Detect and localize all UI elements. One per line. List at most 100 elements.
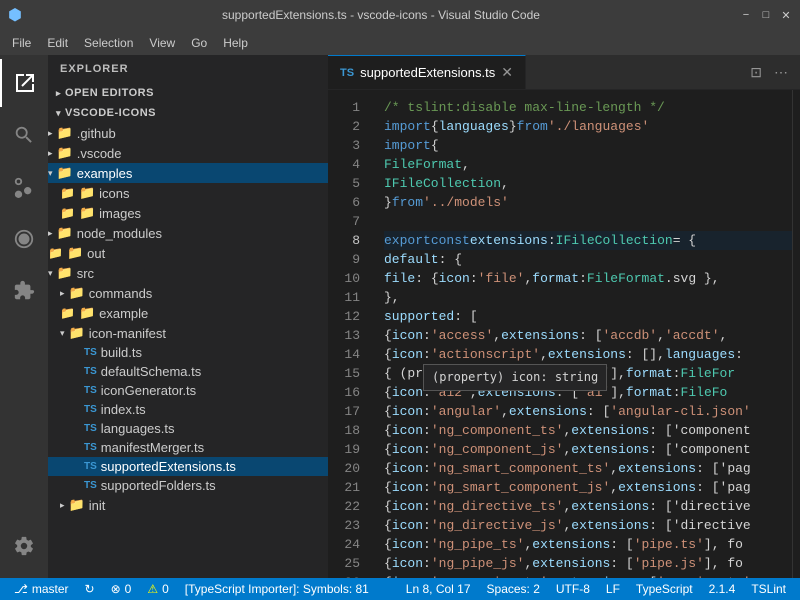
line-number: 5 (328, 174, 360, 193)
code-line: { icon: 'ng_smart_component_js', extensi… (384, 478, 792, 497)
tree-item-examples[interactable]: ▾📁examples (48, 163, 328, 183)
file-icon: TS (84, 385, 97, 396)
tab-supported-extensions[interactable]: TS supportedExtensions.ts ✕ (328, 55, 526, 89)
code-line: { icon: 'ng_directive_ts', extensions: [… (384, 497, 792, 516)
language-mode[interactable]: TypeScript (630, 578, 699, 600)
minimize-button[interactable]: − (740, 9, 752, 21)
item-label: .vscode (77, 146, 122, 161)
token-string: 'ng_pipe_js' (431, 554, 525, 573)
menu-file[interactable]: File (4, 34, 39, 52)
vscode-icons-section[interactable]: ▾ VSCODE-ICONS (48, 103, 328, 123)
git-branch[interactable]: ⎇ master (8, 578, 75, 600)
open-editors-section[interactable]: ▸ OPEN EDITORS (48, 83, 328, 103)
tree-item-src[interactable]: ▾📁src (48, 263, 328, 283)
sync-button[interactable]: ↻ (79, 578, 101, 600)
eol[interactable]: LF (600, 578, 626, 600)
tab-ts-icon: TS (340, 67, 354, 79)
tab-close-button[interactable]: ✕ (501, 64, 513, 81)
tree-item--github[interactable]: ▸📁.github (48, 123, 328, 143)
menu-go[interactable]: Go (183, 34, 215, 52)
tab-bar: TS supportedExtensions.ts ✕ ⊡ ⋯ (328, 55, 800, 90)
token-string: 'actionscript' (431, 345, 540, 364)
folder-icon: 📁 (48, 246, 63, 260)
extensions-icon[interactable] (0, 267, 48, 315)
token-var: languages (665, 345, 735, 364)
menu-view[interactable]: View (141, 34, 183, 52)
chevron-icon: ▸ (48, 228, 53, 239)
cursor-position[interactable]: Ln 8, Col 17 (400, 578, 477, 600)
tree-item-defaultSchema-ts[interactable]: TSdefaultSchema.ts (48, 362, 328, 381)
code-line: { icon: 'ai2', extensions: ['ai'], forma… (384, 383, 792, 402)
tree-item--vscode[interactable]: ▸📁.vscode (48, 143, 328, 163)
maximize-button[interactable]: □ (760, 9, 772, 21)
tree-item-example[interactable]: 📁📁example (48, 303, 328, 323)
tree-item-images[interactable]: 📁📁images (48, 203, 328, 223)
close-button[interactable]: ✕ (780, 9, 792, 21)
token-var: extensions (571, 440, 649, 459)
search-icon[interactable] (0, 111, 48, 159)
encoding[interactable]: UTF-8 (550, 578, 596, 600)
file-icon: TS (84, 423, 97, 434)
settings-icon[interactable] (0, 522, 48, 570)
tree-item-out[interactable]: 📁📁out (48, 243, 328, 263)
sidebar: Explorer ▸ OPEN EDITORS ▾ VSCODE-ICONS ▸… (48, 55, 328, 578)
editor-area: TS supportedExtensions.ts ✕ ⊡ ⋯ 12345678… (328, 55, 800, 578)
app-icon: ⬢ (8, 5, 22, 25)
menu-help[interactable]: Help (215, 34, 256, 52)
line-number: 13 (328, 326, 360, 345)
split-editor-button[interactable]: ⊡ (746, 62, 766, 83)
token-var: icon (392, 573, 423, 578)
ts-version[interactable]: 2.1.4 (703, 578, 742, 600)
line-number: 14 (328, 345, 360, 364)
tree-item-supportedExtensions-ts[interactable]: TSsupportedExtensions.ts (48, 457, 328, 476)
token-plain: : ['pag (696, 478, 751, 497)
tree-item-manifestMerger-ts[interactable]: TSmanifestMerger.ts (48, 438, 328, 457)
token-string: 'ng_directive_ts' (431, 497, 564, 516)
line-numbers: 1234567891011121314151617181920212223242… (328, 90, 368, 578)
linter[interactable]: TSLint (745, 578, 792, 600)
token-plain: : ['component (649, 421, 750, 440)
token-var: format (626, 364, 673, 383)
tree-item-icons[interactable]: 📁📁icons (48, 183, 328, 203)
tree-item-init[interactable]: ▸📁init (48, 495, 328, 515)
token-type: FileFor (680, 364, 735, 383)
tree-item-supportedFolders-ts[interactable]: TSsupportedFolders.ts (48, 476, 328, 495)
source-control-icon[interactable] (0, 163, 48, 211)
tree-item-commands[interactable]: ▸📁commands (48, 283, 328, 303)
token-plain: { (384, 345, 392, 364)
token-string: 'ng_pipe_ts' (431, 535, 525, 554)
token-string: 'file' (478, 269, 525, 288)
code-line: export const extensions: IFileCollection… (384, 231, 792, 250)
tree-item-node_modules[interactable]: ▸📁node_modules (48, 223, 328, 243)
error-count[interactable]: ⊗ 0 (105, 578, 138, 600)
typescript-importer[interactable]: [TypeScript Importer]: Symbols: 81 (179, 578, 375, 600)
tree-item-icon-manifest[interactable]: ▾📁icon-manifest (48, 323, 328, 343)
tree-item-build-ts[interactable]: TSbuild.ts (48, 343, 328, 362)
folder-icon: 📁 (79, 305, 95, 321)
token-keyword: export (384, 231, 431, 250)
indentation[interactable]: Spaces: 2 (481, 578, 546, 600)
more-actions-button[interactable]: ⋯ (770, 62, 792, 83)
file-icon: TS (84, 442, 97, 453)
token-plain: , (563, 516, 571, 535)
tree-item-index-ts[interactable]: TSindex.ts (48, 400, 328, 419)
token-plain: : [], (626, 345, 665, 364)
token-plain: = { (673, 231, 696, 250)
warning-count[interactable]: ⚠ 0 (141, 578, 174, 600)
menu-selection[interactable]: Selection (76, 34, 141, 52)
token-plain: , (501, 402, 509, 421)
chevron-icon: ▸ (48, 128, 53, 139)
item-label: node_modules (77, 226, 162, 241)
token-plain: : [ (587, 402, 610, 421)
item-label: supportedFolders.ts (101, 478, 216, 493)
debug-icon[interactable] (0, 215, 48, 263)
open-editors-label: OPEN EDITORS (65, 87, 154, 99)
token-string: 'ai2' (431, 383, 470, 402)
explorer-icon[interactable] (0, 59, 48, 107)
tree-item-languages-ts[interactable]: TSlanguages.ts (48, 419, 328, 438)
item-label: example (99, 306, 148, 321)
token-var: extensions (470, 231, 548, 250)
code-content[interactable]: /* tslint:disable max-line-length */impo… (368, 90, 792, 578)
menu-edit[interactable]: Edit (39, 34, 76, 52)
tree-item-iconGenerator-ts[interactable]: TSiconGenerator.ts (48, 381, 328, 400)
